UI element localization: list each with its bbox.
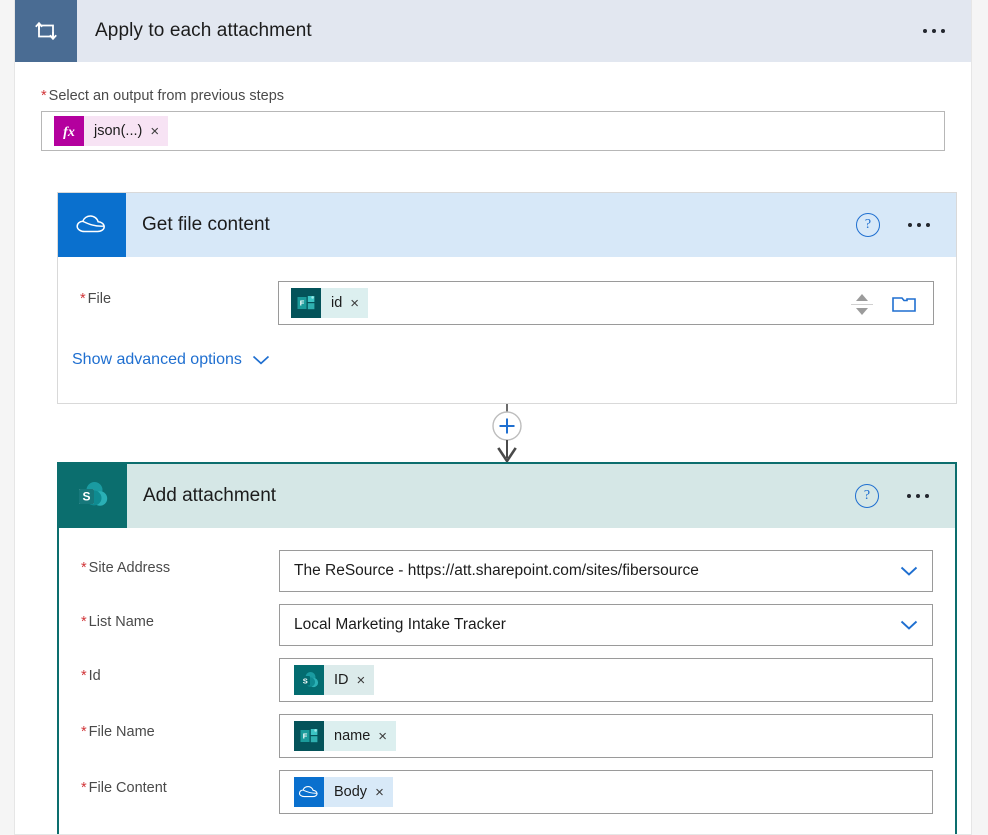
file-picker-input[interactable]: F id × [278,281,934,325]
loop-icon [15,0,77,62]
file-field-label: * File [80,291,112,307]
token-forms-name[interactable]: F name × [294,721,397,751]
required-indicator: * [81,780,87,796]
id-input[interactable]: S ID × [279,658,933,702]
required-indicator: * [41,88,47,104]
get-file-content-title: Get file content [142,214,270,235]
apply-to-each-body: * Select an output from previous steps fx… [15,62,971,151]
file-name-input[interactable]: F name × [279,714,933,758]
apply-to-each-card[interactable]: Apply to each attachment * Select an outp… [14,0,972,835]
svg-text:S: S [82,489,90,503]
show-advanced-options-link[interactable]: Show advanced options [72,351,270,369]
token-remove-button[interactable]: × [150,116,169,146]
foreach-field-label: * Select an output from previous steps [41,88,285,104]
onedrive-icon [294,777,324,807]
svg-text:S: S [303,676,308,685]
chevron-down-icon [252,355,269,365]
list-name-row: * List Name Local Marketing Intake Tracke… [59,604,955,646]
token-onedrive-body[interactable]: Body × [294,777,393,807]
token-remove-button[interactable]: × [375,777,393,807]
token-label: ID [324,665,357,695]
token-remove-button[interactable]: × [356,665,375,695]
up-down-spinner[interactable] [849,282,875,326]
chevron-down-icon [900,620,918,630]
get-file-content-card[interactable]: Get file content ? * File F id × Show ad… [57,192,957,404]
show-advanced-options-label: Show advanced options [72,351,242,368]
help-icon[interactable]: ? [856,213,880,237]
get-file-content-header[interactable]: Get file content ? [58,193,956,257]
list-name-value: Local Marketing Intake Tracker [294,616,506,633]
svg-text:F: F [300,299,305,308]
required-indicator: * [81,724,87,740]
folder-icon[interactable] [891,293,919,315]
token-label: json(...) [84,116,151,146]
fx-icon: fx [54,116,84,146]
svg-text:fx: fx [63,125,75,140]
get-file-content-menu-button[interactable] [908,223,930,227]
file-name-label: * File Name [81,724,155,740]
chevron-down-icon [900,566,918,576]
token-json-expression[interactable]: fx json(...) × [54,116,169,146]
token-label: name [324,721,379,751]
token-sharepoint-id[interactable]: S ID × [294,665,375,695]
add-attachment-card[interactable]: S Add attachment ? * Site Address The ReS… [57,462,957,834]
add-attachment-menu-button[interactable] [907,494,929,498]
id-label: * Id [81,668,101,684]
file-field-row: * File F id × [58,281,956,325]
list-name-dropdown[interactable]: Local Marketing Intake Tracker [279,604,933,646]
sharepoint-icon: S [294,665,324,695]
onedrive-icon [58,193,126,257]
required-indicator: * [81,560,87,576]
id-row: * Id S ID × [59,658,955,702]
list-name-label: * List Name [81,614,154,630]
file-content-row: * File Content Body × [59,770,955,814]
file-name-row: * File Name F name × [59,714,955,758]
site-address-dropdown[interactable]: The ReSource - https://att.sharepoint.co… [279,550,933,592]
foreach-input[interactable]: fx json(...) × [41,111,945,151]
sharepoint-icon: S [59,464,127,528]
site-address-row: * Site Address The ReSource - https://att… [59,550,955,592]
required-indicator: * [81,668,87,684]
site-address-value: The ReSource - https://att.sharepoint.co… [294,562,699,579]
help-icon[interactable]: ? [855,484,879,508]
add-attachment-title: Add attachment [143,485,277,506]
add-attachment-header[interactable]: S Add attachment ? [59,464,955,528]
required-indicator: * [81,614,87,630]
file-content-label: * File Content [81,780,167,796]
token-remove-button[interactable]: × [378,721,397,751]
token-forms-id[interactable]: F id × [291,288,369,318]
required-indicator: * [80,291,86,307]
token-remove-button[interactable]: × [350,288,369,318]
apply-to-each-header[interactable]: Apply to each attachment [15,0,971,62]
token-label: Body [324,777,376,807]
forms-icon: F [294,721,324,751]
site-address-label: * Site Address [81,560,171,576]
forms-icon: F [291,288,321,318]
file-content-input[interactable]: Body × [279,770,933,814]
token-label: id [321,288,351,318]
apply-to-each-title: Apply to each attachment [95,20,312,41]
insert-step-connector[interactable] [481,404,533,466]
svg-text:F: F [303,732,308,741]
flow-designer-canvas: Apply to each attachment * Select an outp… [0,0,988,835]
apply-to-each-menu-button[interactable] [923,29,945,33]
